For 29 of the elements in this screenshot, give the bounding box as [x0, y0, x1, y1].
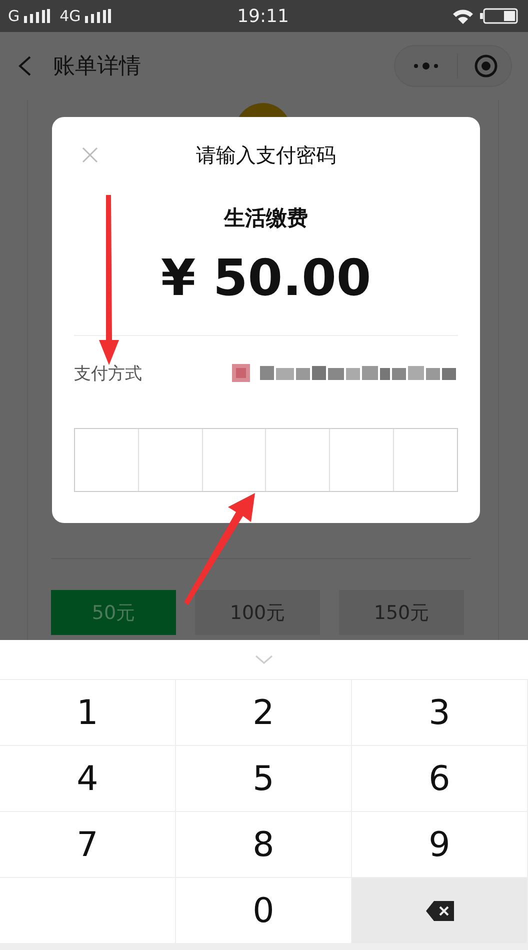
backspace-icon	[424, 900, 454, 922]
keypad-key[interactable]: 1	[0, 680, 176, 746]
more-icon[interactable]	[413, 62, 439, 70]
keypad-key[interactable]: 6	[352, 746, 528, 812]
payment-amount: ¥ 50.00	[160, 248, 372, 309]
keypad-key[interactable]: 2	[176, 680, 352, 746]
signal-icon	[24, 9, 50, 23]
bank-logo-icon	[232, 364, 250, 382]
close-target-icon[interactable]	[474, 54, 498, 78]
keypad-key[interactable]: 7	[0, 812, 176, 878]
backspace-key[interactable]	[352, 878, 528, 944]
keypad-key[interactable]: 5	[176, 746, 352, 812]
keypad-key[interactable]: 9	[352, 812, 528, 878]
password-field[interactable]	[74, 428, 458, 492]
page-title: 账单详情	[53, 53, 142, 81]
keypad-key[interactable]: 8	[176, 812, 352, 878]
keypad-key[interactable]: 4	[0, 746, 176, 812]
wifi-icon	[452, 8, 474, 24]
dialog-title: 请输入支付密码	[196, 142, 336, 168]
network-label: 4G	[60, 7, 81, 25]
battery-icon	[480, 8, 518, 24]
clock-time: 19:11	[236, 6, 290, 26]
merchant-name: 生活缴费	[222, 205, 309, 232]
carrier-label: G	[8, 7, 20, 25]
keypad-key[interactable]: 3	[352, 680, 528, 746]
keypad-key[interactable]: 0	[176, 878, 352, 944]
signal-icon	[84, 9, 111, 23]
close-icon[interactable]	[82, 147, 98, 163]
payment-method-label: 支付方式	[74, 362, 142, 384]
